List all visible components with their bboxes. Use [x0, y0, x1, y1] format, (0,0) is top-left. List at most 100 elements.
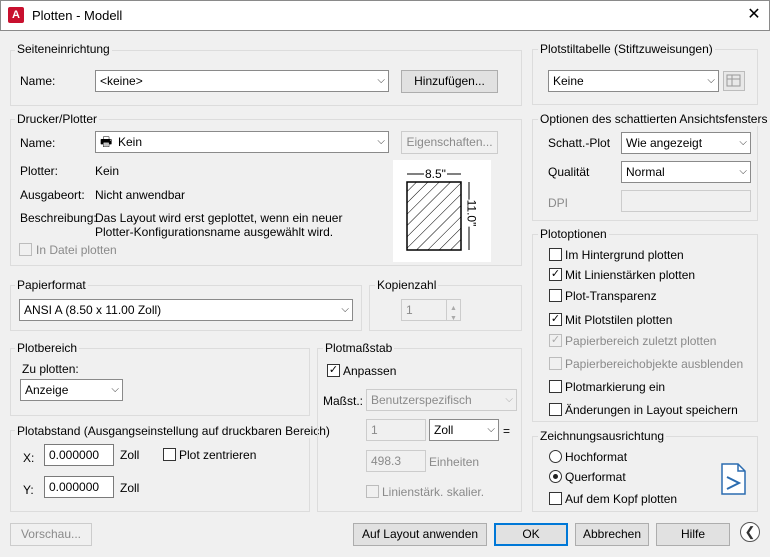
plotstiltabelle-value: Keine: [553, 74, 584, 88]
qualitaet-select[interactable]: Normal ⌵: [621, 161, 751, 183]
chevron-down-icon: ⌵: [341, 304, 349, 315]
beschreibung-line2: Plotter-Konfigurationsname ausgewählt wi…: [95, 225, 334, 239]
x-label: X:: [23, 451, 35, 465]
printer-icon: 🖶: [100, 134, 113, 149]
linienstaerken-label: Mit Linienstärken plotten: [565, 268, 696, 282]
auf-dem-kopf-checkbox[interactable]: [549, 492, 562, 505]
dpi-input[interactable]: [621, 190, 751, 212]
plotmarkierung-label: Plotmarkierung ein: [565, 380, 666, 394]
chevron-down-icon: ⌵: [707, 75, 715, 86]
kopienzahl-input[interactable]: 1 ▲ ▼: [401, 299, 461, 322]
plotstilen-checkbox[interactable]: ✓: [549, 313, 562, 326]
plot-zentrieren-label: Plot zentrieren: [179, 448, 257, 462]
in-datei-plotten-label: In Datei plotten: [36, 243, 117, 257]
zu-plotten-label: Zu plotten:: [22, 362, 79, 376]
schatt-plot-select[interactable]: Wie angezeigt ⌵: [621, 132, 751, 154]
schatt-plot-value: Wie angezeigt: [626, 136, 703, 150]
hilfe-button[interactable]: Hilfe: [656, 523, 730, 546]
y-label: Y:: [23, 483, 34, 497]
im-hintergrund-label: Im Hintergrund plotten: [565, 248, 684, 262]
massstab-select[interactable]: Benutzerspezifisch ⌵: [366, 389, 517, 411]
anpassen-checkbox[interactable]: ✓: [327, 364, 340, 377]
plotter-label: Plotter:: [20, 164, 59, 178]
drucker-title: Drucker/Plotter: [15, 112, 100, 126]
drucker-name-select[interactable]: 🖶 Kein ⌵: [95, 131, 389, 153]
ausgabeort-value: Nicht anwendbar: [95, 188, 186, 202]
qualitaet-value: Normal: [626, 165, 665, 179]
dpi-label: DPI: [548, 196, 569, 210]
vorschau-button[interactable]: Vorschau...: [10, 523, 92, 546]
chevron-down-icon: ⌵: [505, 394, 513, 405]
hinzufuegen-button[interactable]: Hinzufügen...: [401, 70, 498, 93]
kopienzahl-title: Kopienzahl: [375, 278, 439, 292]
plotabstand-group: [10, 430, 310, 512]
beschreibung-line1: Das Layout wird erst geplottet, wenn ein…: [95, 211, 343, 225]
drucker-name-value: Kein: [118, 135, 143, 149]
beschreibung-label: Beschreibung:: [20, 211, 97, 225]
kopienzahl-spinner[interactable]: ▲ ▼: [446, 299, 460, 322]
orientation-preview-icon: [720, 463, 746, 495]
in-datei-plotten-checkbox[interactable]: [19, 243, 32, 256]
close-icon[interactable]: ✕: [742, 4, 766, 26]
massstab-value2-input[interactable]: 498.3: [366, 450, 426, 472]
plotstiltabelle-select[interactable]: Keine ⌵: [548, 70, 719, 92]
collapse-arrow-icon[interactable]: ❮: [740, 522, 760, 542]
plotstilen-label: Mit Plotstilen plotten: [565, 313, 673, 327]
papierbereich-zuletzt-checkbox[interactable]: ✓: [549, 334, 562, 347]
seiteneinrichtung-name-select[interactable]: <keine> ⌵: [95, 70, 389, 92]
massstab-unit-select[interactable]: Zoll ⌵: [429, 419, 499, 441]
massstab-unit-value: Zoll: [434, 423, 454, 437]
linienstaerk-skalieren-checkbox[interactable]: [366, 485, 379, 498]
im-hintergrund-checkbox[interactable]: [549, 248, 562, 261]
anpassen-label: Anpassen: [343, 364, 397, 378]
eigenschaften-button[interactable]: Eigenschaften...: [401, 131, 498, 154]
abbrechen-button[interactable]: Abbrechen: [575, 523, 649, 546]
querformat-label: Querformat: [565, 470, 626, 484]
papierformat-value: ANSI A (8.50 x 11.00 Zoll): [24, 303, 162, 317]
massstab-value: Benutzerspezifisch: [371, 393, 472, 407]
x-unit-label: Zoll: [120, 448, 140, 462]
aenderungen-speichern-label: Änderungen in Layout speichern: [565, 403, 738, 417]
linienstaerken-checkbox[interactable]: ✓: [549, 268, 562, 281]
querformat-radio[interactable]: [549, 470, 562, 483]
plotmarkierung-checkbox[interactable]: [549, 380, 562, 393]
aenderungen-speichern-checkbox[interactable]: [549, 403, 562, 416]
papierbereichobjekte-label: Papierbereichobjekte ausblenden: [565, 357, 744, 371]
massstab-value1-input[interactable]: 1: [366, 419, 426, 441]
plotstil-edit-icon[interactable]: [723, 71, 745, 91]
table-edit-icon: [726, 74, 741, 87]
x-offset-input[interactable]: 0.000000: [44, 444, 114, 466]
papierformat-title: Papierformat: [15, 278, 88, 292]
plot-zentrieren-checkbox[interactable]: [163, 448, 176, 461]
zu-plotten-select[interactable]: Anzeige ⌵: [20, 379, 123, 401]
y-offset-input[interactable]: 0.000000: [44, 476, 114, 498]
plot-transparenz-checkbox[interactable]: [549, 289, 562, 302]
qualitaet-label: Qualität: [548, 165, 590, 179]
zu-plotten-value: Anzeige: [25, 383, 69, 397]
spin-down-icon: ▼: [450, 315, 457, 322]
seiteneinrichtung-name-value: <keine>: [100, 74, 143, 88]
plotbereich-title: Plotbereich: [15, 341, 80, 355]
chevron-down-icon: ⌵: [377, 136, 385, 147]
paper-preview: 8.5" 11.0": [393, 160, 491, 262]
papierbereichobjekte-checkbox[interactable]: [549, 357, 562, 370]
schatt-plot-label: Schatt.-Plot: [548, 136, 611, 150]
chevron-down-icon: ⌵: [377, 75, 385, 86]
preview-height-label: 11.0": [464, 199, 479, 227]
seiteneinrichtung-name-label: Name:: [20, 74, 56, 88]
seiteneinrichtung-title: Seiteneinrichtung: [15, 42, 112, 56]
massst-label: Maßst.:: [323, 394, 364, 408]
linienstaerk-skalieren-label: Linienstärk. skalier.: [382, 485, 485, 499]
plotoptionen-title: Plotoptionen: [538, 227, 609, 241]
chevron-down-icon: ⌵: [739, 166, 747, 177]
ok-button[interactable]: OK: [494, 523, 568, 546]
hochformat-radio[interactable]: [549, 450, 562, 463]
plotstiltabelle-title: Plotstiltabelle (Stiftzuweisungen): [538, 42, 715, 56]
papierbereich-zuletzt-label: Papierbereich zuletzt plotten: [565, 334, 717, 348]
plotmassstab-title: Plotmaßstab: [323, 341, 395, 355]
window-title: Plotten - Modell: [32, 8, 123, 23]
auf-layout-anwenden-button[interactable]: Auf Layout anwenden: [353, 523, 487, 546]
papierformat-select[interactable]: ANSI A (8.50 x 11.00 Zoll) ⌵: [19, 299, 353, 321]
ausgabeort-label: Ausgabeort:: [20, 188, 85, 202]
preview-width-label: 8.5": [424, 167, 447, 181]
